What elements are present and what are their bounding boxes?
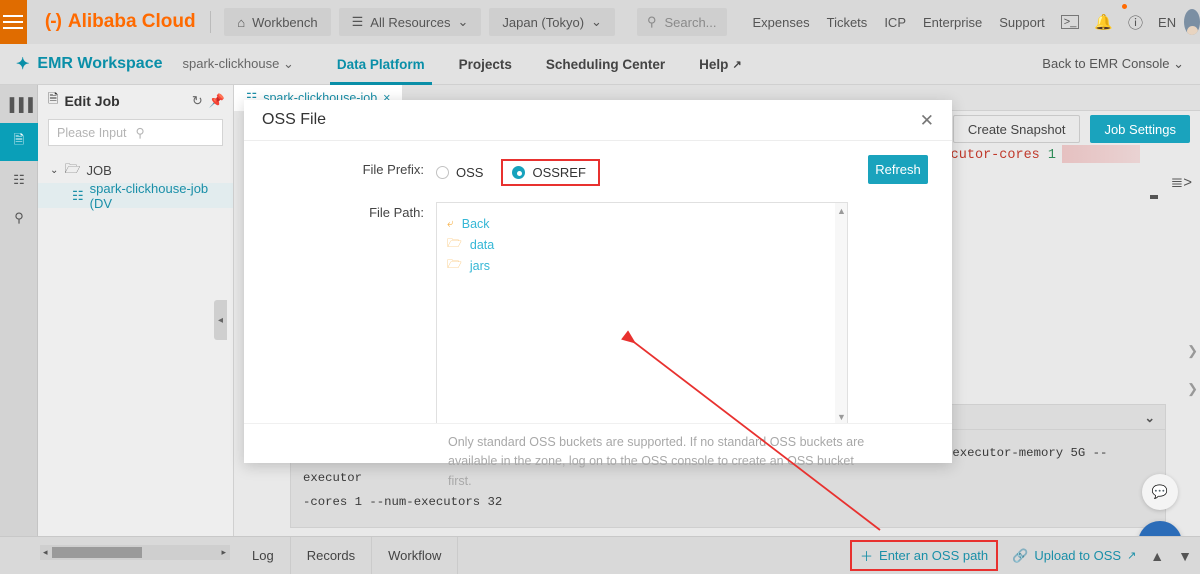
radio-oss-label: OSS [456,165,484,180]
ossref-highlight-box: OSSREF [501,159,600,186]
dialog-footer [244,423,952,463]
scroll-down-icon[interactable]: ▼ [837,412,846,422]
file-prefix-label: File Prefix: [362,162,424,177]
radio-ossref[interactable]: OSSREF [512,165,586,180]
dialog-header: OSS File ✕ [244,100,952,141]
dialog-body: File Prefix: OSS OSSREF Refresh File Pat… [244,141,952,488]
app-root: (-) Alibaba Cloud ⌂ Workbench ☰ All Reso… [0,0,1200,574]
file-browser-scrollbar[interactable]: ▲ ▼ [835,203,847,423]
radio-oss[interactable]: OSS [436,165,483,180]
radio-circle-ossref [512,166,526,179]
file-entry-back-label: Back [461,216,490,231]
back-arrow-icon: ⤶ [447,216,454,230]
oss-file-dialog: OSS File ✕ File Prefix: OSS OSSREF Refre… [244,100,952,488]
file-entry-data[interactable]: 🗁 data [447,234,847,255]
folder-icon: 🗁 [447,236,462,250]
file-entry-jars[interactable]: 🗁 jars [447,255,847,276]
refresh-button[interactable]: Refresh [868,155,928,184]
file-path-row: File Path: ⤶ Back 🗁 data 🗁 jars ▲ ▼ [244,202,952,424]
file-browser[interactable]: ⤶ Back 🗁 data 🗁 jars ▲ ▼ [436,202,848,424]
file-entry-back[interactable]: ⤶ Back [447,213,847,234]
radio-ossref-label: OSSREF [532,165,586,180]
dialog-title: OSS File [262,111,327,128]
folder-icon: 🗁 [447,257,462,271]
file-entry-jars-label: jars [469,258,491,273]
radio-circle-oss [436,166,449,179]
file-prefix-radio-group: OSS OSSREF [436,159,600,186]
close-icon[interactable]: ✕ [920,112,934,129]
scroll-up-icon[interactable]: ▲ [837,206,846,216]
file-entry-data-label: data [469,237,495,252]
file-prefix-row: File Prefix: OSS OSSREF Refresh [244,155,952,186]
refresh-button-label: Refresh [875,162,921,177]
file-path-label: File Path: [369,205,424,220]
